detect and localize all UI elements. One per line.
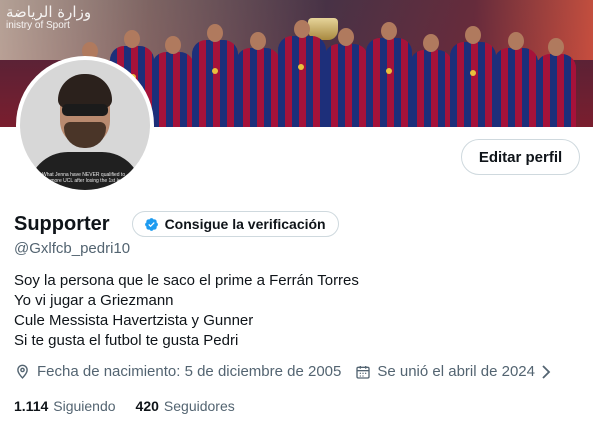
followers-count: 420: [135, 398, 159, 414]
name-row: Supporter Consigue la verificación: [14, 211, 339, 237]
edit-profile-button[interactable]: Editar perfil: [461, 139, 580, 175]
join-date[interactable]: Se unió el abril de 2024: [355, 363, 557, 380]
user-handle: @Gxlfcb_pedri10: [14, 240, 131, 257]
avatar-glasses: [62, 104, 108, 116]
avatar-beard: [64, 122, 106, 148]
followers-label: Seguidores: [163, 398, 235, 414]
bio-line: Cule Messista Havertzista y Gunner: [14, 312, 254, 329]
bio-line: Yo vi jugar a Griezmann: [14, 292, 174, 309]
get-verified-button[interactable]: Consigue la verificación: [131, 211, 339, 237]
following-count: 1.114: [14, 398, 49, 414]
avatar-photo: What Jenna have NEVER qualified to the m…: [20, 60, 150, 190]
following-link[interactable]: 1.114 Siguiendo: [14, 398, 116, 414]
avatar-shirt-caption: What Jenna have NEVER qualified to the m…: [42, 172, 126, 184]
bio-line: Soy la persona que le saco el prime a Fe…: [14, 272, 359, 289]
birth-date: Fecha de nacimiento: 5 de diciembre de 2…: [14, 363, 341, 380]
join-date-text: Se unió el abril de 2024: [377, 363, 535, 380]
calendar-icon: [356, 365, 371, 379]
follow-stats: 1.114 Siguiendo 420 Seguidores: [14, 398, 235, 414]
followers-link[interactable]: 420 Seguidores: [136, 398, 235, 414]
bio-line: Si te gusta el futbol te gusta Pedri: [14, 332, 239, 349]
get-verified-label: Consigue la verificación: [164, 216, 326, 232]
avatar[interactable]: What Jenna have NEVER qualified to the m…: [16, 56, 154, 194]
verified-badge-icon: [144, 217, 159, 232]
birth-date-text: Fecha de nacimiento: 5 de diciembre de 2…: [37, 363, 342, 380]
avatar-shirt: [28, 152, 142, 190]
avatar-hair: [58, 74, 112, 108]
display-name: Supporter: [14, 212, 110, 235]
bio: Soy la persona que le saco el prime a Fe…: [14, 271, 359, 351]
following-label: Siguiendo: [53, 398, 116, 414]
location-pin-icon: [17, 364, 28, 379]
profile-meta: Fecha de nacimiento: 5 de diciembre de 2…: [14, 363, 557, 380]
chevron-right-icon[interactable]: [541, 364, 551, 379]
